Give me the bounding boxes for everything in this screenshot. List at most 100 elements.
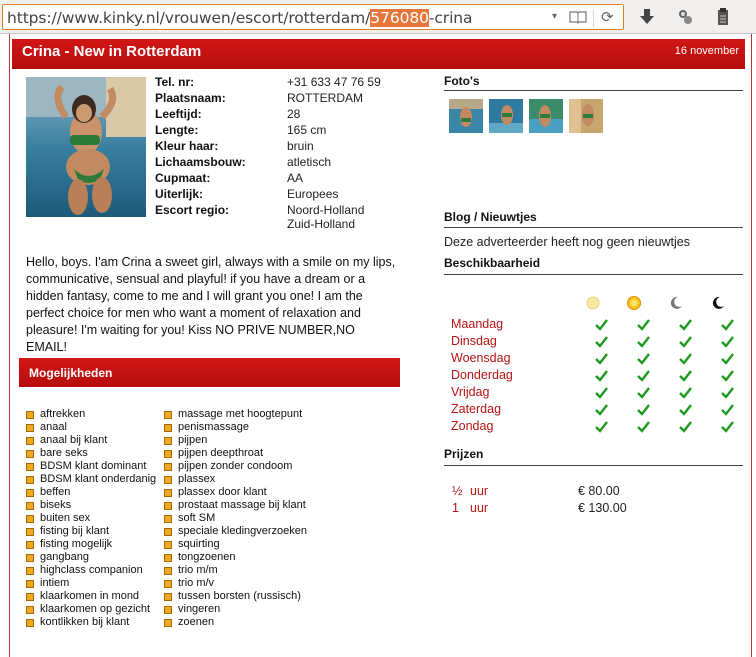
option-item: plassex (164, 473, 307, 486)
check-icon (595, 336, 608, 348)
detail-value: atletisch (287, 155, 332, 169)
detail-value: 165 cm (287, 123, 327, 137)
day-label: Donderdag (451, 368, 513, 382)
option-item: BDSM klant dominant (26, 460, 156, 473)
listing-header: Crina - New in Rotterdam 16 november (12, 39, 745, 69)
photo-thumbnail[interactable] (569, 99, 603, 133)
check-icon (721, 421, 734, 433)
option-label: klaarkomen op gezicht (40, 603, 151, 615)
bullet-icon (164, 580, 172, 588)
check-icon (595, 353, 608, 365)
price-unit: uur (470, 484, 489, 498)
photo-thumbnail[interactable] (449, 99, 483, 133)
bullet-icon (26, 515, 34, 523)
bullet-icon (164, 476, 172, 484)
bullet-icon (164, 424, 172, 432)
detail-value: ROTTERDAM (287, 91, 363, 105)
option-item: penismassage (164, 421, 307, 434)
reader-view-icon[interactable] (569, 10, 587, 24)
option-label: anaal bij klant (40, 434, 108, 446)
option-item: pijpen zonder condoom (164, 460, 307, 473)
bullet-icon (26, 437, 34, 445)
photo-thumbnail[interactable] (529, 99, 563, 133)
option-item: BDSM klant onderdanig (26, 473, 156, 486)
divider (444, 90, 743, 91)
sun-dim-icon (586, 296, 600, 310)
day-label: Maandag (451, 317, 504, 331)
option-label: plassex door klant (178, 486, 267, 498)
option-label: squirting (178, 538, 220, 550)
reload-icon[interactable]: ⟳ (601, 8, 614, 26)
option-item: gangbang (26, 551, 156, 564)
option-item: klaarkomen in mond (26, 590, 156, 603)
options-header: Mogelijkheden (19, 358, 400, 387)
download-icon[interactable] (637, 7, 657, 27)
check-icon (679, 370, 692, 382)
option-label: bare seks (40, 447, 88, 459)
availability-title: Beschikbaarheid (444, 256, 541, 270)
main-photo[interactable] (26, 77, 146, 217)
detail-value: 28 (287, 107, 301, 121)
price-value: € 130.00 (578, 501, 627, 515)
option-label: fisting bij klant (40, 525, 110, 537)
bullet-icon (26, 567, 34, 575)
options-column-1: aftrekken anaal anaal bij klant bare seks BD… (26, 408, 156, 629)
detail-label: Plaatsnaam: (155, 91, 226, 105)
photos-title: Foto's (444, 74, 480, 88)
bullet-icon (26, 593, 34, 601)
check-icon (721, 319, 734, 331)
option-item: soft SM (164, 512, 307, 525)
detail-value: AA (287, 171, 304, 185)
bullet-icon (26, 424, 34, 432)
option-label: prostaat massage bij klant (178, 499, 306, 511)
detail-label: Lengte: (155, 123, 199, 137)
check-icon (595, 319, 608, 331)
check-icon (679, 336, 692, 348)
clipboard-icon[interactable] (713, 7, 733, 27)
check-icon (721, 336, 734, 348)
bullet-icon (26, 411, 34, 419)
check-icon (679, 404, 692, 416)
option-label: tussen borsten (russisch) (178, 590, 301, 602)
option-item: klaarkomen op gezicht (26, 603, 156, 616)
sun-icon (626, 295, 642, 311)
photo-thumbnail[interactable] (489, 99, 523, 133)
option-item: anaal bij klant (26, 434, 156, 447)
bullet-icon (164, 450, 172, 458)
detail-label: Cupmaat: (155, 171, 211, 185)
check-icon (679, 353, 692, 365)
option-item: intiem (26, 577, 156, 590)
option-item: beffen (26, 486, 156, 499)
detail-label: Kleur haar: (155, 139, 219, 153)
check-icon (637, 370, 650, 382)
bullet-icon (164, 463, 172, 471)
option-item: anaal (26, 421, 156, 434)
detail-label: Escort regio: (155, 203, 230, 217)
detail-value: Europees (287, 187, 339, 201)
check-icon (679, 319, 692, 331)
option-item: vingeren (164, 603, 307, 616)
option-item: biseks (26, 499, 156, 512)
option-label: trio m/m (178, 564, 218, 576)
option-label: vingeren (178, 603, 221, 615)
url-dropdown-icon[interactable]: ▾ (552, 11, 557, 22)
url-highlight: 576080 (370, 9, 429, 27)
detail-label: Tel. nr: (155, 75, 195, 89)
option-label: massage met hoogtepunt (178, 408, 303, 420)
detail-value-phone[interactable]: +31 633 47 76 59 (287, 75, 381, 89)
price-unit: uur (470, 501, 489, 515)
bullet-icon (26, 554, 34, 562)
day-label: Dinsdag (451, 334, 497, 348)
day-label: Zaterdag (451, 402, 502, 416)
check-icon (721, 404, 734, 416)
detail-label: Uiterlijk: (155, 187, 204, 201)
option-label: kontlikken bij klant (40, 616, 130, 628)
bullet-icon (26, 476, 34, 484)
bullet-icon (164, 411, 172, 419)
option-item: speciale kledingverzoeken (164, 525, 307, 538)
extension-icon[interactable] (675, 7, 695, 27)
listing-description: Hello, boys. I'am Crina a sweet girl, al… (26, 255, 396, 354)
url-bar[interactable]: https://www.kinky.nl/vrouwen/escort/rott… (2, 4, 624, 30)
detail-value: Noord-Holland (287, 203, 365, 217)
url-prefix: https://www.kinky.nl/vrouwen/escort/rott… (7, 9, 371, 27)
